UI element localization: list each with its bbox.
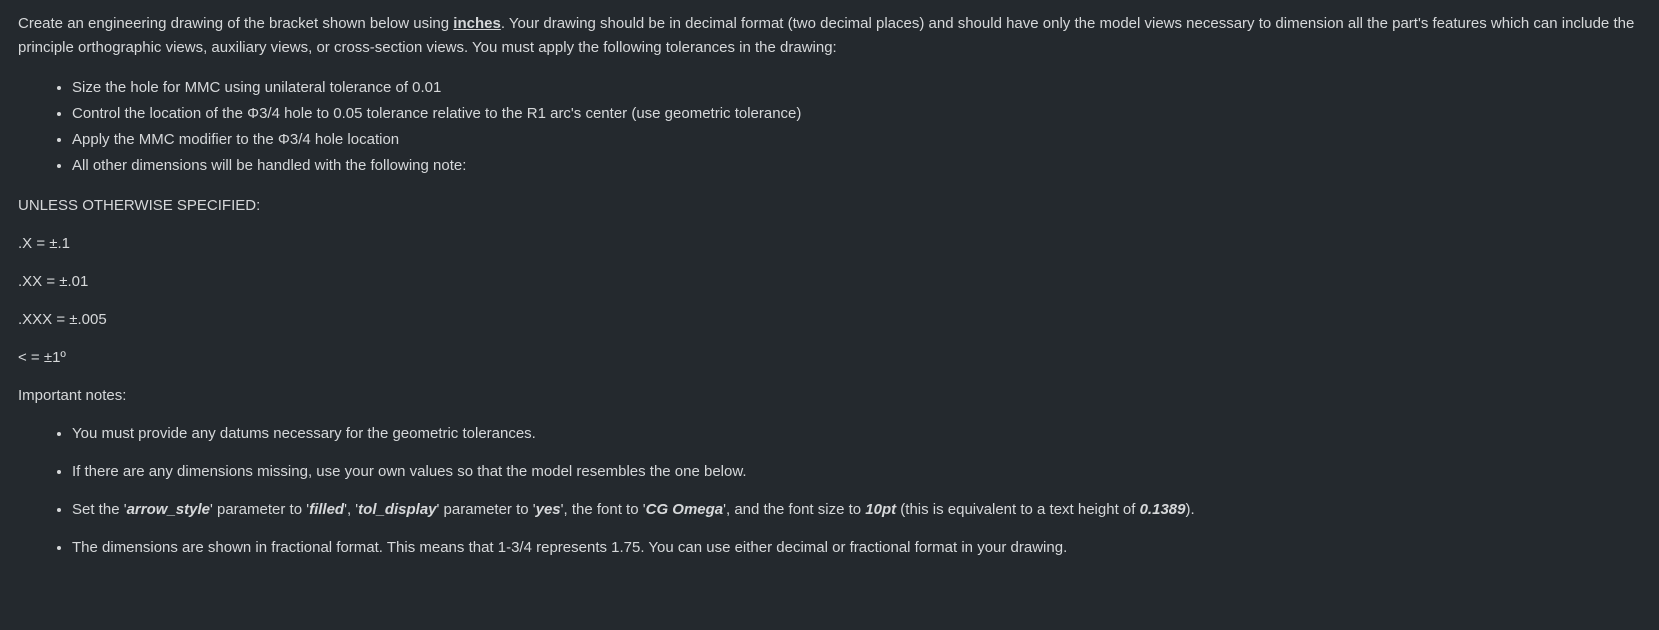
list-item: Size the hole for MMC using unilateral t…: [72, 76, 1641, 100]
intro-inches: inches: [453, 15, 501, 32]
list-item: You must provide any datums necessary fo…: [72, 422, 1641, 446]
spec-heading: UNLESS OTHERWISE SPECIFIED:: [18, 194, 1641, 218]
intro-text-1: Create an engineering drawing of the bra…: [18, 15, 453, 32]
important-heading: Important notes:: [18, 384, 1641, 408]
list-item: All other dimensions will be handled wit…: [72, 154, 1641, 178]
text: ', and the font size to: [723, 501, 865, 518]
text: ' parameter to ': [437, 501, 536, 518]
tolerance-list: Size the hole for MMC using unilateral t…: [18, 76, 1641, 178]
param-10pt: 10pt: [865, 501, 896, 518]
param-arrow-style: arrow_style: [127, 501, 210, 518]
list-item: Apply the MMC modifier to the Φ3/4 hole …: [72, 128, 1641, 152]
param-tol-display: tol_display: [358, 501, 436, 518]
spec-line: .XXX = ±.005: [18, 308, 1641, 332]
spec-line: < = ±1º: [18, 346, 1641, 370]
list-item: The dimensions are shown in fractional f…: [72, 536, 1641, 560]
intro-paragraph: Create an engineering drawing of the bra…: [18, 12, 1641, 60]
list-item: Control the location of the Φ3/4 hole to…: [72, 102, 1641, 126]
param-filled: filled: [309, 501, 344, 518]
param-height: 0.1389: [1140, 501, 1186, 518]
text: Set the ': [72, 501, 127, 518]
important-list: You must provide any datums necessary fo…: [18, 422, 1641, 560]
text: (this is equivalent to a text height of: [896, 501, 1139, 518]
text: ', the font to ': [561, 501, 646, 518]
text: ).: [1185, 501, 1194, 518]
spec-line: .X = ±.1: [18, 232, 1641, 256]
param-yes: yes: [536, 501, 561, 518]
text: ', ': [344, 501, 358, 518]
text: ' parameter to ': [210, 501, 309, 518]
spec-line: .XX = ±.01: [18, 270, 1641, 294]
list-item: If there are any dimensions missing, use…: [72, 460, 1641, 484]
param-cg-omega: CG Omega: [646, 501, 724, 518]
list-item: Set the 'arrow_style' parameter to 'fill…: [72, 498, 1641, 522]
